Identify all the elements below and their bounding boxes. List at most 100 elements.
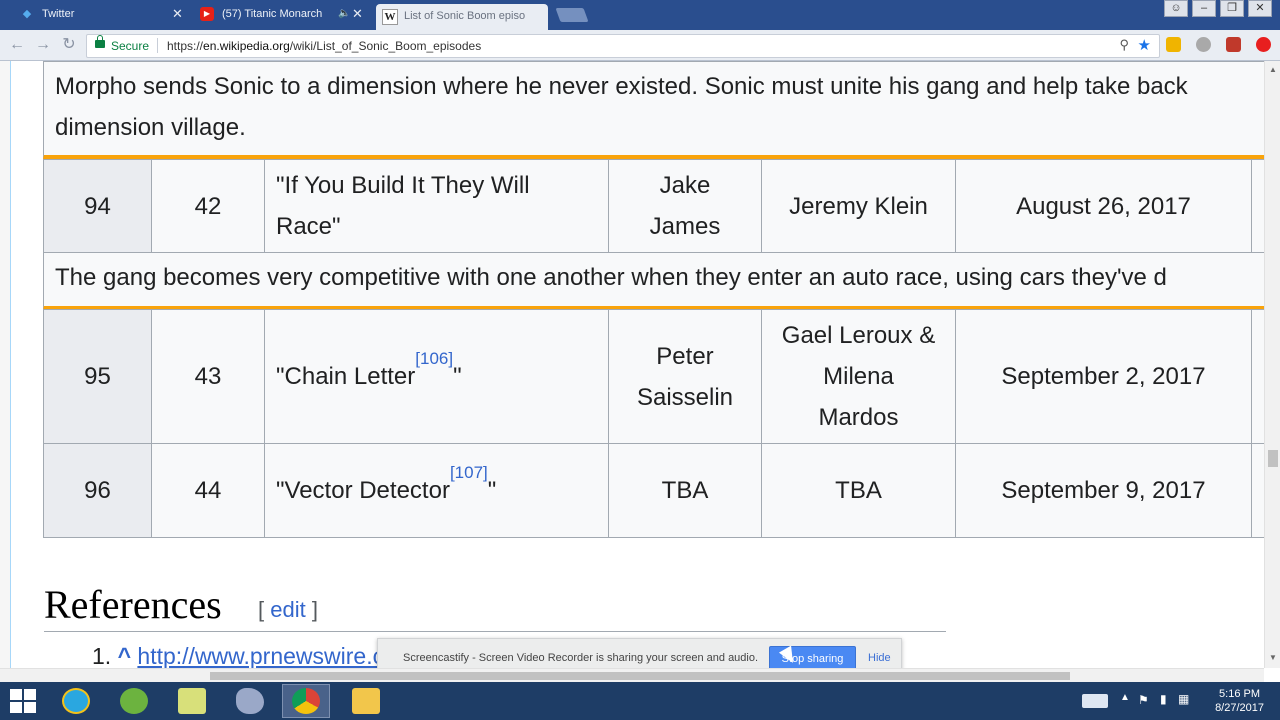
title-text: "Vector Detector bbox=[276, 477, 450, 504]
flag-icon[interactable]: ⚑ bbox=[1138, 693, 1149, 707]
divider bbox=[157, 38, 158, 53]
references-section-heading: References [ edit ] bbox=[44, 579, 946, 632]
title-quote: " bbox=[453, 363, 462, 390]
tab-wikipedia-active[interactable]: W List of Sonic Boom episo bbox=[376, 4, 548, 30]
taskbar-app-folder[interactable] bbox=[168, 684, 216, 718]
windows-logo-icon bbox=[24, 702, 36, 713]
episode-title: "Vector Detector[107]" bbox=[264, 443, 609, 538]
hide-button[interactable]: Hide bbox=[868, 652, 891, 664]
taskbar-chrome[interactable] bbox=[282, 684, 330, 718]
scrollbar-thumb[interactable] bbox=[210, 672, 1070, 680]
page-viewport: Morpho sends Sonic to a dimension where … bbox=[0, 61, 1264, 668]
address-bar[interactable]: Secure https://en.wikipedia.org/wiki/Lis… bbox=[86, 34, 1160, 58]
episode-summary: The gang becomes very competitive with o… bbox=[43, 252, 1264, 310]
director-line: James bbox=[649, 213, 721, 240]
written-by: Gael Leroux & Milena Mardos bbox=[761, 309, 956, 444]
extension-icon[interactable] bbox=[1196, 37, 1211, 52]
vertical-scrollbar[interactable]: ▲ ▼ bbox=[1264, 61, 1280, 668]
table-cell-partial bbox=[1251, 309, 1264, 444]
youtube-icon: ▶ bbox=[200, 7, 214, 21]
battery-icon[interactable]: ▮ bbox=[1160, 692, 1167, 706]
tab-title: List of Sonic Boom episo bbox=[404, 10, 526, 22]
lock-icon[interactable] bbox=[95, 35, 105, 48]
taskbar-file-explorer[interactable] bbox=[342, 684, 390, 718]
bookmark-star-icon[interactable]: ★ bbox=[1138, 36, 1151, 54]
reference-url[interactable]: http://www.prnewswire.co bbox=[137, 643, 396, 668]
sharing-message: Screencastify - Screen Video Recorder is… bbox=[403, 652, 759, 664]
directed-by: TBA bbox=[608, 443, 762, 538]
close-tab-icon[interactable]: ✕ bbox=[352, 2, 363, 26]
zoom-icon[interactable]: ⚲ bbox=[1119, 37, 1129, 53]
browser-toolbar: ← → ↻ Secure https://en.wikipedia.org/wi… bbox=[0, 30, 1280, 61]
app-w-icon bbox=[120, 688, 148, 714]
writer-line: Mardos bbox=[818, 404, 899, 431]
air-date: September 2, 2017 bbox=[955, 309, 1252, 444]
windows-taskbar: ▲ ⚑ ▮ ▦ 5:16 PM 8/27/2017 bbox=[0, 682, 1280, 720]
sidebar-panel bbox=[0, 61, 10, 668]
reference-link[interactable]: [106] bbox=[415, 349, 453, 368]
wikipedia-icon: W bbox=[382, 9, 398, 25]
secure-label: Secure bbox=[111, 39, 150, 53]
url-text[interactable]: https://en.wikipedia.org/wiki/List_of_So… bbox=[167, 39, 481, 53]
windows-logo-icon bbox=[10, 689, 22, 700]
reference-link[interactable]: [107] bbox=[450, 463, 488, 482]
start-button[interactable] bbox=[8, 687, 38, 715]
title-quote: " bbox=[487, 477, 497, 504]
director-line: Saisselin bbox=[636, 383, 734, 411]
summary-text-cont: dimension village. bbox=[55, 114, 246, 141]
extension-icon[interactable] bbox=[1256, 37, 1271, 52]
scrollbar-thumb[interactable] bbox=[1268, 450, 1278, 467]
taskbar-paint[interactable] bbox=[226, 684, 274, 718]
network-icon[interactable]: ▦ bbox=[1178, 692, 1189, 706]
writer-line: Milena bbox=[823, 363, 894, 390]
episode-number-overall: 94 bbox=[43, 159, 152, 253]
directed-by: Peter Saisselin bbox=[608, 309, 762, 444]
profile-icon[interactable]: ☺ bbox=[1164, 0, 1188, 17]
url-host: en.wikipedia.org bbox=[203, 39, 290, 53]
show-hidden-icons-icon[interactable]: ▲ bbox=[1120, 692, 1130, 703]
forward-icon[interactable]: → bbox=[34, 36, 52, 54]
system-tray: ▲ ⚑ ▮ ▦ 5:16 PM 8/27/2017 bbox=[1080, 682, 1280, 720]
screencastify-icon[interactable] bbox=[1226, 37, 1241, 52]
scroll-up-icon[interactable]: ▲ bbox=[1269, 65, 1277, 74]
audio-icon: 🔈 bbox=[338, 8, 351, 19]
episode-number-overall: 95 bbox=[43, 309, 152, 444]
close-tab-icon[interactable]: ✕ bbox=[172, 2, 183, 26]
back-icon[interactable]: ← bbox=[8, 36, 26, 54]
air-date: September 9, 2017 bbox=[955, 443, 1252, 538]
episode-title: "Chain Letter[106]" bbox=[264, 309, 609, 444]
tab-title: Twitter bbox=[42, 8, 75, 20]
tab-twitter[interactable]: ◆ Twitter ✕ bbox=[20, 2, 190, 28]
table-cell-partial bbox=[1251, 159, 1264, 253]
episode-number-overall: 96 bbox=[43, 443, 152, 538]
browser-tab-strip: ◆ Twitter ✕ ▶ (57) Titanic Monarch 🔈 ✕ W… bbox=[0, 0, 1280, 30]
new-tab-button[interactable] bbox=[555, 8, 589, 22]
scroll-down-icon[interactable]: ▼ bbox=[1269, 653, 1277, 662]
tab-youtube[interactable]: ▶ (57) Titanic Monarch 🔈 ✕ bbox=[200, 2, 370, 28]
url-prefix: https:// bbox=[167, 39, 204, 53]
reference-item: 1. ^ http://www.prnewswire.co bbox=[92, 643, 397, 668]
extension-icon[interactable] bbox=[1166, 37, 1181, 52]
episode-number-season: 44 bbox=[151, 443, 265, 538]
minimize-button[interactable]: – bbox=[1192, 0, 1216, 17]
clock-time: 5:16 PM bbox=[1219, 688, 1261, 700]
tab-title: (57) Titanic Monarch bbox=[222, 8, 323, 20]
window-controls: ☺ – ❐ ✕ bbox=[1164, 0, 1272, 20]
restore-button[interactable]: ❐ bbox=[1220, 0, 1244, 17]
reference-number: 1. bbox=[92, 643, 112, 668]
backlink-caret[interactable]: ^ bbox=[118, 643, 131, 668]
keyboard-icon[interactable] bbox=[1082, 694, 1108, 708]
close-window-button[interactable]: ✕ bbox=[1248, 0, 1272, 17]
title-text: "Chain Letter bbox=[276, 363, 416, 390]
director-line: Peter bbox=[656, 342, 714, 370]
paint-icon bbox=[236, 688, 264, 714]
clock[interactable]: 5:16 PM 8/27/2017 bbox=[1215, 687, 1264, 715]
windows-logo-icon bbox=[24, 689, 36, 700]
taskbar-internet-explorer[interactable] bbox=[52, 684, 100, 718]
edit-link[interactable]: edit bbox=[270, 597, 305, 622]
horizontal-scrollbar[interactable] bbox=[0, 668, 1264, 682]
taskbar-app-w[interactable] bbox=[110, 684, 158, 718]
notes-icon bbox=[178, 688, 206, 714]
title-line: Race" bbox=[276, 213, 341, 240]
reload-icon[interactable]: ↻ bbox=[60, 36, 78, 54]
